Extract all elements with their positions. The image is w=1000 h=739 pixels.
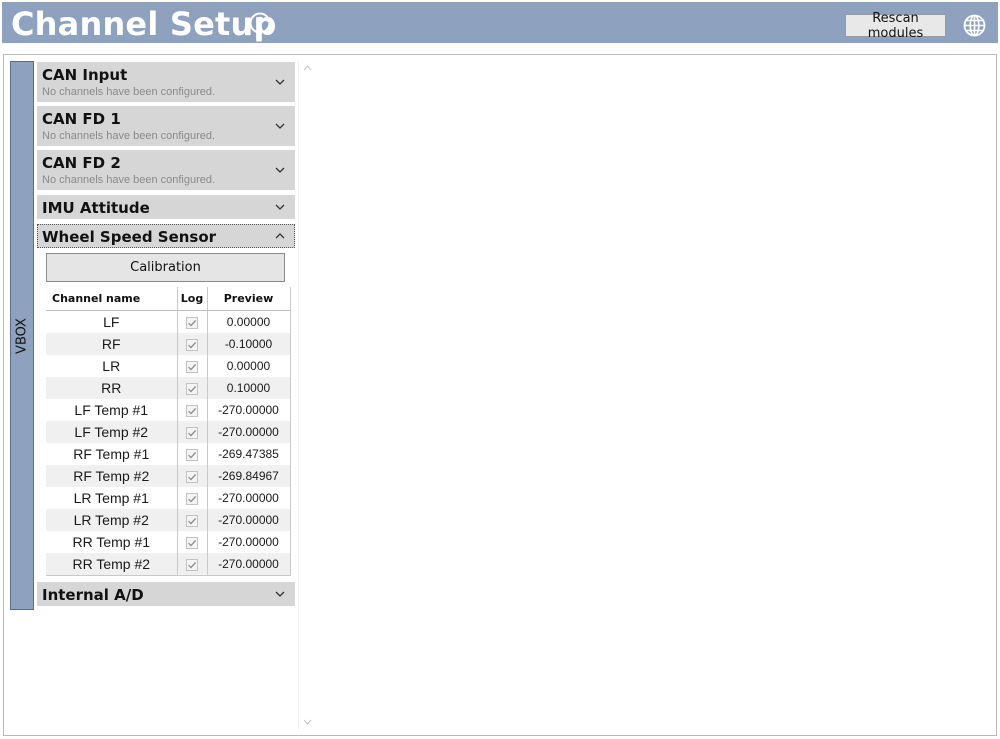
section-imu-attitude[interactable]: IMU Attitude [37, 195, 295, 219]
chevron-down-icon [275, 123, 285, 129]
section-title: IMU Attitude [42, 199, 150, 217]
preview-cell: -0.10000 [207, 333, 290, 355]
log-checkbox[interactable] [186, 493, 198, 506]
column-header-log[interactable]: Log [177, 287, 208, 311]
help-icon[interactable] [249, 12, 271, 34]
log-cell [177, 333, 208, 355]
header-bar: Channel Setup Rescan modules [2, 2, 998, 43]
rescan-modules-button[interactable]: Rescan modules [845, 11, 946, 41]
table-row[interactable]: LR Temp #1 -270.00000 [46, 487, 290, 509]
scroll-up-arrow-icon[interactable] [303, 65, 312, 71]
table-row[interactable]: RF Temp #2 -269.84967 [46, 465, 290, 487]
preview-cell: 0.00000 [207, 355, 290, 377]
section-title: CAN FD 2 [42, 154, 121, 172]
log-cell [177, 443, 208, 465]
log-cell [177, 377, 208, 399]
table-row[interactable]: LF 0.00000 [46, 310, 290, 333]
column-header-channel-name[interactable]: Channel name [46, 287, 178, 311]
channel-name-cell: LF Temp #1 [46, 399, 178, 421]
table-row[interactable]: LR Temp #2 -270.00000 [46, 509, 290, 531]
vbox-tab-label: VBOX [14, 317, 30, 354]
table-row[interactable]: LF Temp #2 -270.00000 [46, 421, 290, 443]
page-title: Channel Setup [11, 5, 277, 43]
channel-name-cell: LF [46, 310, 178, 333]
channel-table: Channel name Log Preview LF 0.00000 RF -0.1… [46, 287, 291, 576]
log-cell [177, 310, 208, 333]
section-title: CAN FD 1 [42, 110, 121, 128]
log-checkbox[interactable] [186, 559, 198, 572]
preview-cell: 0.10000 [207, 377, 290, 399]
log-cell [177, 421, 208, 443]
channel-name-cell: LR Temp #1 [46, 487, 178, 509]
log-cell [177, 399, 208, 421]
table-row[interactable]: LF Temp #1 -270.00000 [46, 399, 290, 421]
section-subtitle: No channels have been configured. [42, 86, 216, 98]
log-cell [177, 465, 208, 487]
preview-cell: -270.00000 [207, 487, 290, 509]
log-checkbox[interactable] [186, 317, 198, 330]
table-header-row: Channel name Log Preview [46, 287, 290, 311]
log-checkbox[interactable] [186, 515, 198, 528]
log-checkbox[interactable] [186, 471, 198, 484]
chevron-down-icon [275, 591, 285, 597]
section-title: CAN Input [42, 66, 128, 84]
table-row[interactable]: RR 0.10000 [46, 377, 290, 399]
channel-name-cell: RR Temp #1 [46, 531, 178, 553]
vbox-side-tab[interactable]: VBOX [10, 61, 34, 610]
channel-name-cell: LF Temp #2 [46, 421, 178, 443]
calibration-button[interactable]: Calibration [46, 253, 285, 282]
preview-cell: 0.00000 [207, 310, 290, 333]
log-checkbox[interactable] [186, 383, 198, 396]
channel-name-cell: RF [46, 333, 178, 355]
log-cell [177, 509, 208, 531]
table-row[interactable]: RF -0.10000 [46, 333, 290, 355]
globe-icon[interactable] [962, 13, 987, 38]
table-row[interactable]: RR Temp #2 -270.00000 [46, 553, 290, 576]
preview-cell: -270.00000 [207, 421, 290, 443]
table-row[interactable]: RR Temp #1 -270.00000 [46, 531, 290, 553]
section-can-fd-2[interactable]: CAN FD 2 No channels have been configure… [37, 150, 295, 190]
channel-name-cell: RF Temp #1 [46, 443, 178, 465]
scroll-down-arrow-icon[interactable] [303, 719, 312, 725]
log-checkbox[interactable] [186, 427, 198, 440]
column-header-preview[interactable]: Preview [207, 287, 290, 311]
channel-name-cell: RF Temp #2 [46, 465, 178, 487]
log-cell [177, 355, 208, 377]
section-subtitle: No channels have been configured. [42, 130, 216, 142]
section-subtitle: No channels have been configured. [42, 174, 216, 186]
channel-name-cell: RR Temp #2 [46, 553, 178, 576]
section-can-input[interactable]: CAN Input No channels have been configur… [37, 62, 295, 102]
log-cell [177, 553, 208, 576]
log-cell [177, 487, 208, 509]
log-checkbox[interactable] [186, 361, 198, 374]
section-internal-ad[interactable]: Internal A/D [37, 582, 295, 606]
log-checkbox[interactable] [186, 405, 198, 418]
section-wheel-speed-sensor[interactable]: Wheel Speed Sensor [37, 224, 295, 248]
preview-cell: -270.00000 [207, 553, 290, 576]
channel-name-cell: LR Temp #2 [46, 509, 178, 531]
table-row[interactable]: RF Temp #1 -269.47385 [46, 443, 290, 465]
section-title: Internal A/D [42, 586, 144, 604]
preview-cell: -270.00000 [207, 509, 290, 531]
preview-cell: -269.84967 [207, 465, 290, 487]
log-checkbox[interactable] [186, 339, 198, 352]
log-checkbox[interactable] [186, 449, 198, 462]
preview-cell: -270.00000 [207, 531, 290, 553]
chevron-down-icon [275, 204, 285, 210]
table-row[interactable]: LR 0.00000 [46, 355, 290, 377]
log-checkbox[interactable] [186, 537, 198, 550]
chevron-down-icon [275, 167, 285, 173]
log-cell [177, 531, 208, 553]
channel-name-cell: LR [46, 355, 178, 377]
section-title: Wheel Speed Sensor [42, 228, 217, 246]
chevron-down-icon [275, 79, 285, 85]
section-can-fd-1[interactable]: CAN FD 1 No channels have been configure… [37, 106, 295, 146]
vertical-scrollbar[interactable] [298, 61, 315, 729]
channel-name-cell: RR [46, 377, 178, 399]
preview-cell: -269.47385 [207, 443, 290, 465]
preview-cell: -270.00000 [207, 399, 290, 421]
chevron-up-icon [275, 233, 285, 239]
